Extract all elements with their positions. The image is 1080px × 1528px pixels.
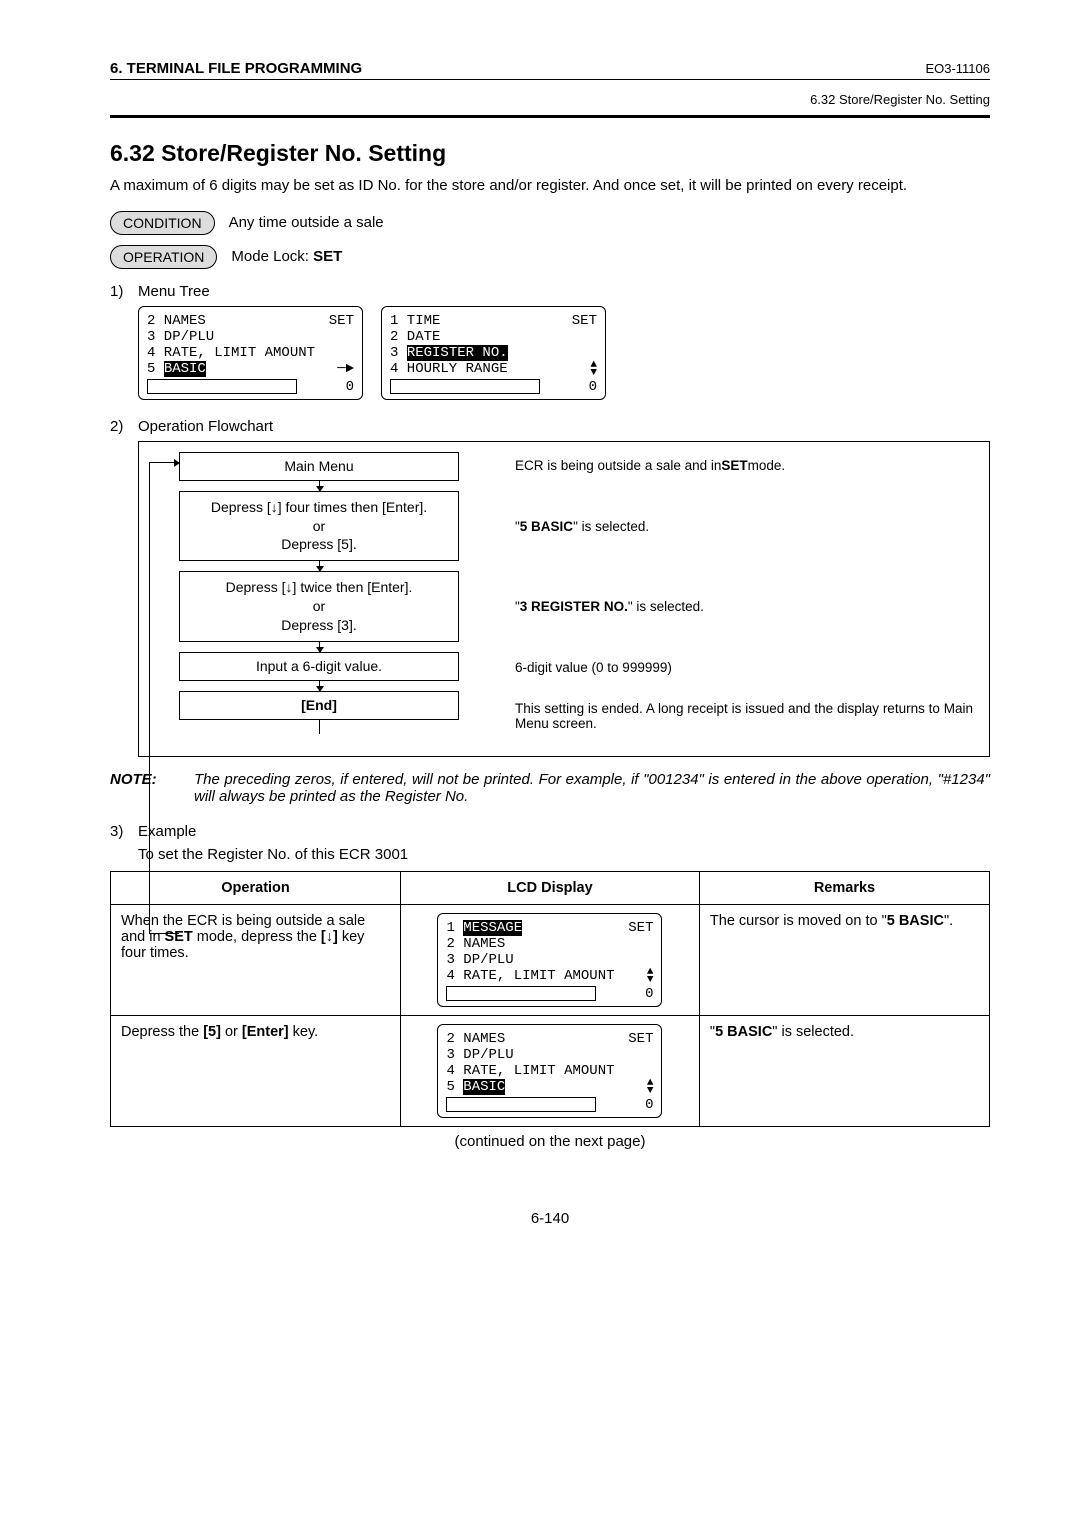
th-remarks: Remarks [699, 871, 989, 904]
flow-box-end: [End] [179, 691, 459, 720]
section-title: 6.32 Store/Register No. Setting [110, 140, 990, 167]
page-header: 6. TERMINAL FILE PROGRAMMING EO3-11106 [110, 60, 990, 80]
ml-bottom-right: 0 [340, 379, 354, 395]
menu-tree: 2 NAMES SET 3 DP/PLU 4 RATE, LIMIT AMOUNT… [138, 306, 990, 400]
flow-box-main-menu: Main Menu [179, 452, 459, 481]
page-number: 6-140 [110, 1210, 990, 1227]
row1-rem: The cursor is moved on to "5 BASIC". [699, 904, 989, 1015]
updown-icon: ▲▼ [647, 1079, 654, 1095]
row2-rem: "5 BASIC" is selected. [699, 1015, 989, 1126]
menu-lcd-left: 2 NAMES SET 3 DP/PLU 4 RATE, LIMIT AMOUNT… [138, 306, 363, 400]
sec3-num: 3) [110, 823, 138, 840]
flow-right-col: ECR is being outside a sale and in SET m… [499, 452, 989, 736]
flow-note-3: "3 REGISTER NO." is selected. [515, 574, 973, 640]
flow-note-2: "5 BASIC" is selected. [515, 494, 973, 560]
updown-icon: ▲▼ [647, 968, 654, 984]
ml-l4: 5 BASIC [147, 361, 206, 377]
sec3-sub: To set the Register No. of this ECR 3001 [138, 846, 990, 863]
row1-lcd: 1 MESSAGESET 2 NAMES 3 DP/PLU 4 RATE, LI… [437, 913, 662, 1007]
flow-loopback [149, 462, 179, 934]
ml-l1: 2 NAMES [147, 313, 206, 329]
operation-pill: OPERATION [110, 245, 217, 269]
ml-l2: 3 DP/PLU [147, 329, 214, 345]
row1-lcd-cell: 1 MESSAGESET 2 NAMES 3 DP/PLU 4 RATE, LI… [401, 904, 700, 1015]
sec2-title: Operation Flowchart [138, 418, 273, 435]
flow-note-4: 6-digit value (0 to 999999) [515, 654, 973, 682]
row2-lcd: 2 NAMESSET 3 DP/PLU 4 RATE, LIMIT AMOUNT… [437, 1024, 662, 1118]
sec2-num: 2) [110, 418, 138, 435]
ml-r1: SET [329, 313, 354, 329]
example-table: Operation LCD Display Remarks When the E… [110, 871, 990, 1127]
flow-arrow-3 [319, 642, 320, 652]
menu-lcd-right: 1 TIME SET 2 DATE 3 REGISTER NO. 4 HOURLY… [381, 306, 606, 400]
header-rule [110, 115, 990, 118]
mr-l2: 2 DATE [390, 329, 440, 345]
sec1-heading: 1) Menu Tree [110, 283, 990, 300]
ml-arrow-right: ─► [337, 361, 354, 377]
flow-box-step3: Depress [↓] twice then [Enter]. or Depre… [179, 571, 459, 642]
flow-note-1: ECR is being outside a sale and in SET m… [515, 452, 973, 480]
flow-tail [319, 720, 320, 734]
flow-box-step2: Depress [↓] four times then [Enter]. or … [179, 491, 459, 562]
sec2-heading: 2) Operation Flowchart [110, 418, 990, 435]
sec1-num: 1) [110, 283, 138, 300]
sec1-title: Menu Tree [138, 283, 210, 300]
header-right: EO3-11106 [925, 61, 990, 76]
flow-arrow-1 [319, 481, 320, 491]
sec3-heading: 3) Example [110, 823, 990, 840]
mr-l1: 1 TIME [390, 313, 440, 329]
mr-l3: 3 REGISTER NO. [390, 345, 508, 361]
updown-icon: ▲▼ [590, 361, 597, 377]
operation-text-bold: SET [313, 248, 342, 265]
table-row: Depress the [5] or [Enter] key. 2 NAMESS… [111, 1015, 990, 1126]
flowchart: Main Menu Depress [↓] four times then [E… [138, 441, 990, 757]
table-header-row: Operation LCD Display Remarks [111, 871, 990, 904]
ml-l3: 4 RATE, LIMIT AMOUNT [147, 345, 315, 361]
row2-lcd-cell: 2 NAMESSET 3 DP/PLU 4 RATE, LIMIT AMOUNT… [401, 1015, 700, 1126]
condition-row: CONDITION Any time outside a sale [110, 211, 990, 235]
condition-text: Any time outside a sale [229, 214, 384, 231]
flow-note-5: This setting is ended. A long receipt is… [515, 696, 973, 736]
note-text: The preceding zeros, if entered, will no… [194, 771, 990, 805]
flow-left-col: Main Menu Depress [↓] four times then [E… [139, 452, 499, 736]
ml-input [147, 379, 297, 394]
mr-bottom-right: 0 [583, 379, 597, 395]
operation-text-prefix: Mode Lock: [231, 248, 313, 265]
header-left: 6. TERMINAL FILE PROGRAMMING [110, 60, 362, 77]
flow-arrow-4 [319, 681, 320, 691]
intro-paragraph: A maximum of 6 digits may be set as ID N… [110, 175, 990, 197]
condition-pill: CONDITION [110, 211, 215, 235]
mr-l4: 4 HOURLY RANGE [390, 361, 508, 377]
sub-header: 6.32 Store/Register No. Setting [110, 92, 990, 107]
operation-row: OPERATION Mode Lock: SET [110, 245, 990, 269]
mr-input [390, 379, 540, 394]
table-row: When the ECR is being outside a sale and… [111, 904, 990, 1015]
th-lcd: LCD Display [401, 871, 700, 904]
continued-note: (continued on the next page) [110, 1133, 990, 1150]
note-block: NOTE: The preceding zeros, if entered, w… [110, 771, 990, 805]
flow-arrow-2 [319, 561, 320, 571]
mr-r1: SET [572, 313, 597, 329]
operation-text: Mode Lock: SET [231, 248, 342, 265]
row2-op: Depress the [5] or [Enter] key. [111, 1015, 401, 1126]
flow-box-step4: Input a 6-digit value. [179, 652, 459, 681]
